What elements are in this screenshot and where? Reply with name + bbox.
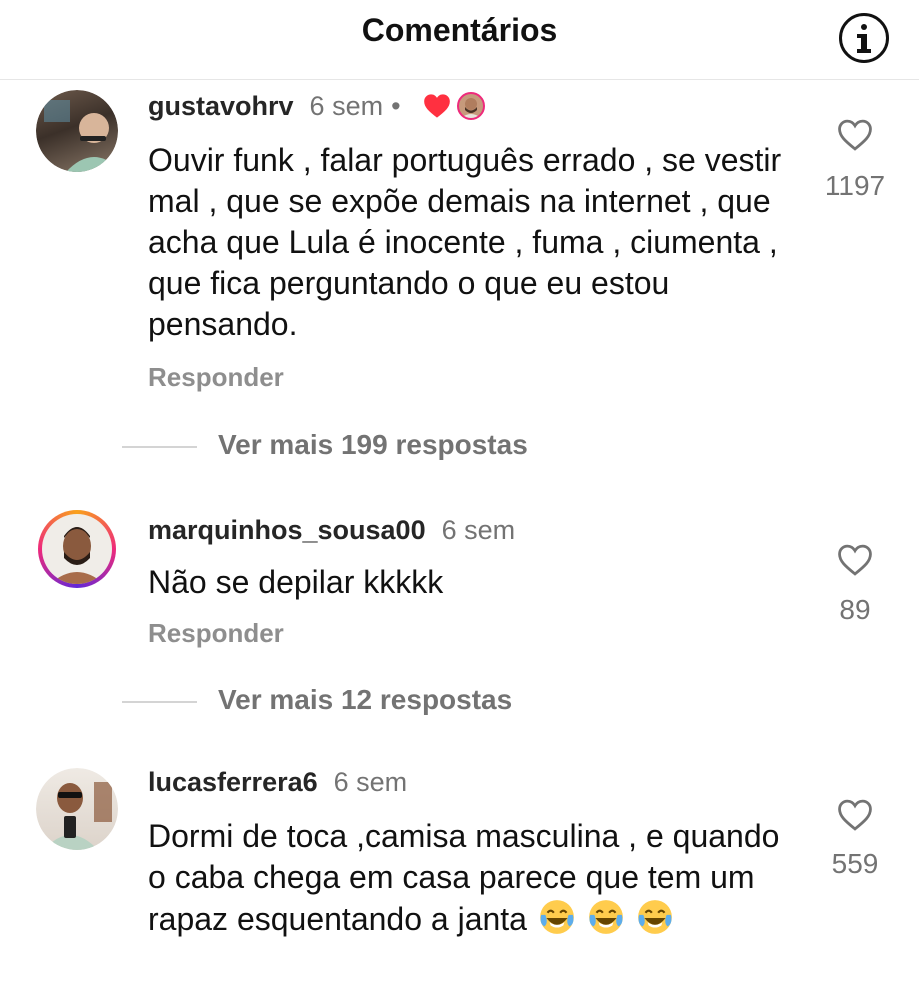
creator-avatar: [456, 92, 485, 120]
info-circle-icon[interactable]: [839, 13, 889, 63]
reply-button[interactable]: Responder: [148, 618, 284, 649]
comment-text-content: Dormi de toca ,camisa masculina , e quan…: [148, 818, 780, 937]
username[interactable]: marquinhos_sousa00: [148, 515, 426, 546]
view-more-replies[interactable]: Ver mais 12 respostas: [0, 682, 919, 722]
avatar[interactable]: [38, 510, 116, 588]
comment-text: Ouvir funk , falar português errado , se…: [148, 142, 782, 342]
face-with-tears-of-joy-icon: [588, 900, 623, 934]
creator-like-badge: [423, 92, 485, 120]
face-with-tears-of-joy-icon: [637, 900, 672, 934]
reply-button[interactable]: Responder: [148, 362, 284, 393]
view-more-replies-label[interactable]: Ver mais 199 respostas: [218, 429, 528, 461]
comment-item: marquinhos_sousa00 6 sem Não se depilar …: [0, 510, 919, 720]
username[interactable]: lucasferrera6: [148, 767, 318, 798]
comment-item: lucasferrera6 6 sem Dormi de toca ,camis…: [0, 764, 919, 1000]
separator-dot: •: [391, 90, 401, 121]
avatar[interactable]: [36, 90, 118, 172]
comment-item: gustavohrv 6 sem • Ouvir funk , falar po…: [0, 88, 919, 468]
like-count: 1197: [824, 170, 886, 201]
heart-outline-icon[interactable]: [836, 118, 874, 152]
timestamp: 6 sem: [333, 766, 408, 797]
avatar[interactable]: [36, 768, 118, 850]
view-more-replies-label[interactable]: Ver mais 12 respostas: [218, 684, 512, 716]
username[interactable]: gustavohrv: [148, 91, 294, 122]
comment-text: Não se depilar kkkkk: [148, 564, 444, 600]
heart-outline-icon[interactable]: [836, 798, 874, 832]
timestamp: 6 sem: [441, 514, 516, 545]
heart-outline-icon[interactable]: [836, 543, 874, 577]
divider-line: [122, 446, 197, 448]
comment-text: Dormi de toca ,camisa masculina , e quan…: [148, 816, 798, 940]
divider-line: [122, 701, 197, 703]
view-more-replies[interactable]: Ver mais 199 respostas: [0, 427, 919, 467]
like-count: 89: [839, 594, 871, 625]
like-count: 559: [831, 848, 879, 879]
page-title: Comentários: [361, 12, 558, 48]
face-with-tears-of-joy-icon: [539, 900, 574, 934]
header: Comentários: [0, 0, 919, 80]
timestamp: 6 sem: [309, 90, 384, 121]
heart-filled-icon: [423, 94, 450, 118]
